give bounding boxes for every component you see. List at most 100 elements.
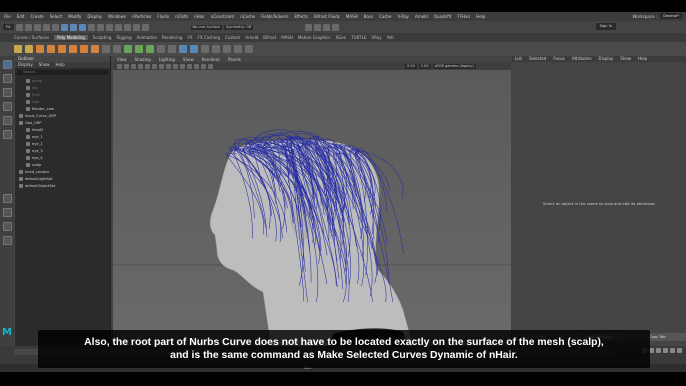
viewport-menu-panels[interactable]: Panels [228, 57, 241, 62]
menu-ncache[interactable]: nCache [240, 14, 255, 19]
menu-fluids[interactable]: Fluids [157, 14, 169, 19]
shelf-tab-curves-surfaces[interactable]: Curves / Surfaces [14, 35, 49, 40]
save-scene-icon[interactable] [33, 23, 41, 31]
undo-icon[interactable] [42, 23, 50, 31]
shelf-tab-bifrost[interactable]: Bifrost [263, 35, 276, 40]
modeling-toolkit-icon[interactable] [305, 23, 313, 31]
outliner-search-input[interactable]: Search... [17, 70, 108, 75]
new-scene-icon[interactable] [15, 23, 23, 31]
outliner-item[interactable]: persp [15, 77, 110, 84]
viewport-menu-show[interactable]: Show [183, 57, 194, 62]
move-tool-icon[interactable] [2, 102, 12, 111]
shelf-tab-rigging[interactable]: Rigging [116, 35, 131, 40]
shelf-tab-animation[interactable]: Animation [137, 35, 157, 40]
viewport-scene[interactable]: side -X [113, 70, 511, 346]
attribute-menu-focus[interactable]: Focus [553, 56, 564, 62]
snap-view-icon[interactable] [114, 23, 122, 31]
outliner-item[interactable]: eye_4 [15, 154, 110, 161]
shelf-tab-fx-caching[interactable]: FX Caching [198, 35, 220, 40]
outliner-item[interactable]: eye_2 [15, 140, 110, 147]
snap-curve-icon[interactable] [96, 23, 104, 31]
menu-quadrifit[interactable]: Quadrifit [434, 14, 452, 19]
poly-plane-icon[interactable] [80, 45, 88, 53]
uv-editor-icon[interactable] [201, 45, 209, 53]
poly-cube-icon[interactable] [47, 45, 55, 53]
history-icon[interactable] [123, 23, 131, 31]
paint-select-icon[interactable] [2, 88, 12, 97]
menu-windows[interactable]: Windows [108, 14, 126, 19]
step-forward-icon[interactable] [670, 348, 675, 353]
extrude-icon[interactable] [124, 45, 132, 53]
outliner-item[interactable]: defaultLightSet [15, 175, 110, 182]
nurbs-sphere-icon[interactable] [14, 45, 22, 53]
redo-icon[interactable] [51, 23, 59, 31]
shelf-tab-mash[interactable]: MASH [281, 35, 293, 40]
outliner-item[interactable]: defaultObjectSet [15, 182, 110, 189]
attribute-editor-toggle-icon[interactable] [323, 23, 331, 31]
ipr-render-icon[interactable] [141, 23, 149, 31]
workspace-dropdown[interactable]: General* [660, 13, 682, 19]
render-frame-icon[interactable] [132, 23, 140, 31]
outliner-item[interactable]: eye_3 [15, 147, 110, 154]
outliner-menu-display[interactable]: Display [18, 62, 33, 68]
snap-grid-icon[interactable] [87, 23, 95, 31]
symmetry-dropdown[interactable]: Symmetry: Off [224, 24, 254, 30]
spherical-map-icon[interactable] [234, 45, 242, 53]
rotate-tool-icon[interactable] [2, 116, 12, 125]
menu-ncloth[interactable]: nCloth [175, 14, 188, 19]
grid-icon[interactable] [138, 63, 143, 69]
textured-icon[interactable] [173, 63, 178, 69]
attribute-menu-attributes[interactable]: Attributes [572, 56, 592, 62]
outliner-item[interactable]: head2 [15, 126, 110, 133]
character-controls-icon[interactable] [314, 23, 322, 31]
play-forward-icon[interactable] [663, 348, 668, 353]
outliner-item[interactable]: eye_1 [15, 133, 110, 140]
menu-nconstraint[interactable]: nConstraint [211, 14, 234, 19]
multi-cut-icon[interactable] [157, 45, 165, 53]
bridge-icon[interactable] [135, 45, 143, 53]
select-hierarchy-icon[interactable] [60, 23, 68, 31]
outliner-layout-icon[interactable] [2, 222, 12, 231]
menu-modify[interactable]: Modify [68, 14, 81, 19]
poly-cylinder-icon[interactable] [58, 45, 66, 53]
color-space-dropdown[interactable]: sRGB gamma (legacy) [432, 63, 476, 69]
shelf-tab-fx[interactable]: FX [187, 35, 192, 40]
outliner-item[interactable]: head_Locator [15, 168, 110, 175]
select-tool-icon[interactable] [2, 60, 12, 69]
select-object-icon[interactable] [69, 23, 77, 31]
menu-mash[interactable]: MASH [346, 14, 358, 19]
shelf-tab-vray[interactable]: VRay [371, 35, 381, 40]
lasso-tool-icon[interactable] [2, 74, 12, 83]
menu-set-dropdown[interactable]: FX [3, 24, 14, 30]
outliner-item[interactable]: Geo_GRP [15, 119, 110, 126]
bevel-icon[interactable] [146, 45, 154, 53]
combine-icon[interactable] [102, 45, 110, 53]
isolate-select-icon[interactable] [201, 63, 206, 69]
resolution-gate-icon[interactable] [152, 63, 157, 69]
select-component-icon[interactable] [78, 23, 86, 31]
mirror-icon[interactable] [190, 45, 198, 53]
bookmark-icon[interactable] [124, 63, 129, 69]
film-gate-icon[interactable] [145, 63, 150, 69]
target-weld-icon[interactable] [168, 45, 176, 53]
menu-edit[interactable]: Edit [17, 14, 25, 19]
menu-boss[interactable]: Boss [364, 14, 373, 19]
shelf-tab-poly-modeling[interactable]: Poly Modeling [54, 35, 88, 40]
open-scene-icon[interactable] [24, 23, 32, 31]
shadows-icon[interactable] [187, 63, 192, 69]
search-icon[interactable] [2, 236, 12, 245]
camera-attributes-icon[interactable] [117, 63, 122, 69]
menu-help[interactable]: Help [476, 14, 485, 19]
shelf-tab-rendering[interactable]: Rendering [162, 35, 182, 40]
outliner-menu-show[interactable]: Show [39, 62, 50, 68]
menu-arnold[interactable]: Arnold [415, 14, 428, 19]
xray-icon[interactable] [208, 63, 213, 69]
viewport-menu-view[interactable]: View [117, 57, 127, 62]
viewport-menu-shading[interactable]: Shading [135, 57, 151, 62]
shelf-tab-motion-graphics[interactable]: Motion Graphics [298, 35, 331, 40]
exposure-field[interactable]: 0.00 [405, 63, 417, 69]
scale-tool-icon[interactable] [2, 130, 12, 139]
wireframe-icon[interactable] [159, 63, 164, 69]
shelf-tab-xgen[interactable]: XGen [335, 35, 346, 40]
shelf-tab-turtle[interactable]: TURTLE [351, 35, 366, 40]
